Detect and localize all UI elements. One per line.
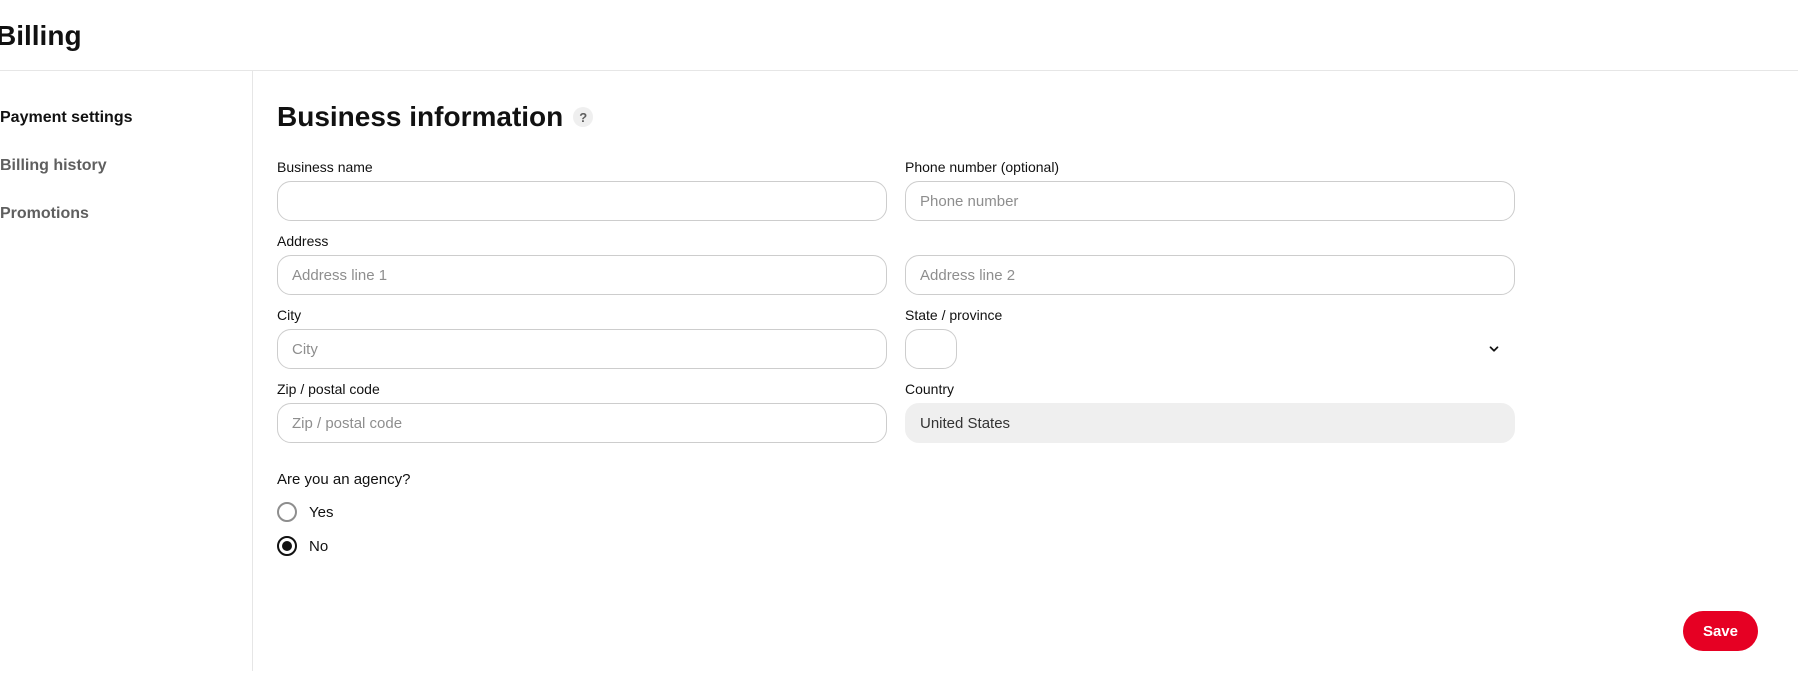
sidebar-item-promotions[interactable]: Promotions bbox=[0, 205, 252, 253]
radio-dot-icon bbox=[282, 541, 292, 551]
zip-label: Zip / postal code bbox=[277, 381, 887, 397]
save-button[interactable]: Save bbox=[1683, 611, 1758, 651]
country-label: Country bbox=[905, 381, 1515, 397]
country-readonly: United States bbox=[905, 403, 1515, 443]
city-input[interactable] bbox=[277, 329, 887, 369]
zip-input[interactable] bbox=[277, 403, 887, 443]
sidebar: Payment settings Billing history Promoti… bbox=[0, 71, 253, 671]
address-label: Address bbox=[277, 233, 887, 249]
phone-label: Phone number (optional) bbox=[905, 159, 1515, 175]
business-name-input[interactable] bbox=[277, 181, 887, 221]
radio-icon bbox=[277, 536, 297, 556]
state-select[interactable] bbox=[905, 329, 957, 369]
page-title: Billing bbox=[0, 0, 1798, 70]
address-line1-input[interactable] bbox=[277, 255, 887, 295]
sidebar-item-payment-settings[interactable]: Payment settings bbox=[0, 109, 252, 157]
radio-icon bbox=[277, 502, 297, 522]
agency-question: Are you an agency? bbox=[277, 471, 1515, 488]
business-name-label: Business name bbox=[277, 159, 887, 175]
chevron-down-icon bbox=[1487, 342, 1501, 356]
help-icon[interactable]: ? bbox=[573, 107, 593, 127]
agency-radio-yes[interactable]: Yes bbox=[277, 502, 1515, 522]
main-content: Business information ? Business name Pho… bbox=[253, 71, 1798, 671]
address-line2-input[interactable] bbox=[905, 255, 1515, 295]
section-title: Business information bbox=[277, 101, 563, 133]
agency-radio-yes-label: Yes bbox=[309, 504, 333, 521]
agency-radio-no[interactable]: No bbox=[277, 536, 1515, 556]
phone-input[interactable] bbox=[905, 181, 1515, 221]
agency-radio-no-label: No bbox=[309, 538, 328, 555]
sidebar-item-billing-history[interactable]: Billing history bbox=[0, 157, 252, 205]
city-label: City bbox=[277, 307, 887, 323]
state-label: State / province bbox=[905, 307, 1515, 323]
